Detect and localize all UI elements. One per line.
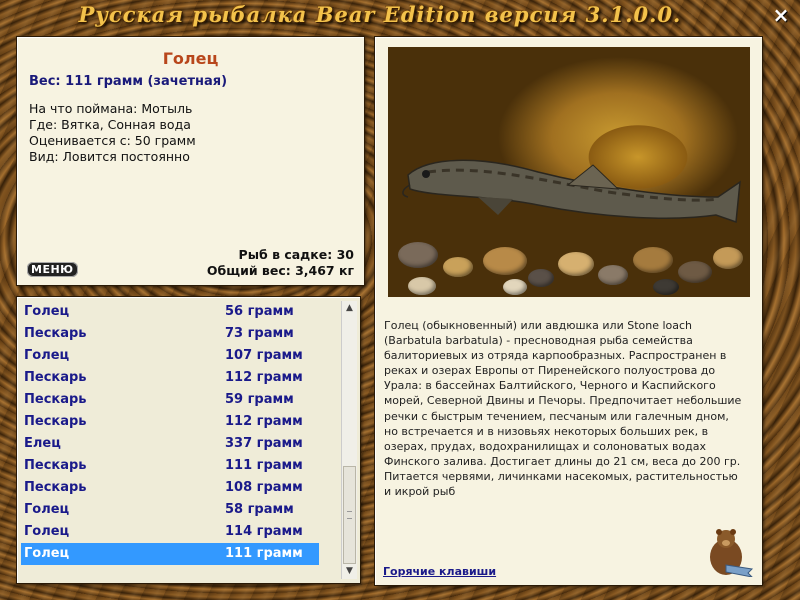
catch-fish-name: Пескарь — [24, 392, 87, 407]
frequency-line: Вид: Ловится постоянно — [29, 149, 190, 164]
catch-fish-name: Пескарь — [24, 480, 87, 495]
fish-weight: Вес: 111 грамм (зачетная) — [29, 74, 228, 89]
keepnet-total-weight: Общий вес: 3,467 кг — [206, 263, 354, 278]
bait-line: На что поймана: Мотыль — [29, 101, 193, 116]
catch-list-row[interactable]: Пескарь 112 грамм — [21, 367, 319, 389]
catch-list-row[interactable]: Голец 114 грамм — [21, 521, 319, 543]
catch-fish-name: Пескарь — [24, 414, 87, 429]
scroll-down-arrow-icon[interactable]: ▼ — [342, 564, 357, 579]
catch-fish-name: Пескарь — [24, 458, 87, 473]
catch-fish-name: Пескарь — [24, 370, 87, 385]
fish-photo — [388, 47, 750, 297]
catch-fish-weight: 337 грамм — [225, 436, 303, 451]
menu-button[interactable]: МЕНЮ — [27, 262, 78, 277]
catch-fish-weight: 112 грамм — [225, 370, 303, 385]
catch-fish-weight: 56 грамм — [225, 304, 294, 319]
catch-fish-weight: 111 грамм — [225, 458, 303, 473]
keepnet-summary: Рыб в садке: 30 Общий вес: 3,467 кг — [207, 247, 354, 279]
catch-fish-name: Елец — [24, 436, 61, 451]
catch-fish-weight: 108 грамм — [225, 480, 303, 495]
scroll-thumb[interactable] — [343, 466, 356, 564]
location-line: Где: Вятка, Сонная вода — [29, 117, 191, 132]
close-button[interactable]: × — [770, 4, 792, 26]
fish-image-icon — [402, 159, 741, 224]
catch-fish-weight: 112 грамм — [225, 414, 303, 429]
catch-list-row[interactable]: Пескарь 108 грамм — [21, 477, 319, 499]
window-title: Русская рыбалка Bear Edition версия 3.1.… — [78, 2, 682, 27]
catch-details: На что поймана: Мотыль Где: Вятка, Сонна… — [29, 101, 352, 165]
catch-list-row[interactable]: Голец 107 грамм — [21, 345, 319, 367]
catch-list-row[interactable]: Пескарь 59 грамм — [21, 389, 319, 411]
catch-fish-weight: 114 грамм — [225, 524, 303, 539]
hotkeys-link[interactable]: Горячие клавиши — [383, 565, 496, 578]
scroll-up-arrow-icon[interactable]: ▲ — [342, 301, 357, 316]
catch-fish-name: Голец — [24, 304, 70, 319]
fish-name: Голец — [162, 49, 219, 68]
catch-fish-weight: 107 грамм — [225, 348, 303, 363]
catch-fish-name: Голец — [24, 502, 70, 517]
catch-fish-weight: 111 грамм — [225, 546, 303, 561]
catch-info-panel: Голец Вес: 111 грамм (зачетная) На что п… — [17, 37, 364, 285]
catch-fish-name: Голец — [24, 546, 70, 561]
catch-fish-name: Голец — [24, 524, 70, 539]
catch-fish-name: Голец — [24, 348, 70, 363]
fish-description-panel: Голец (обыкновенный) или авдюшка или Sto… — [375, 37, 762, 585]
catch-list: Голец 56 грамм Пескарь 73 грамм Голец 107 гра… — [21, 301, 360, 565]
list-scrollbar[interactable]: ▲ ▼ — [341, 301, 357, 579]
catch-fish-name: Пескарь — [24, 326, 87, 341]
bear-with-fish-icon — [710, 529, 754, 577]
catch-list-row[interactable]: Пескарь 73 грамм — [21, 323, 319, 345]
catch-list-row[interactable]: Голец 111 грамм — [21, 543, 319, 565]
catch-list-panel: Голец 56 грамм Пескарь 73 грамм Голец 107 гра… — [17, 297, 360, 583]
catch-list-row[interactable]: Пескарь 112 грамм — [21, 411, 319, 433]
catch-list-row[interactable]: Пескарь 111 грамм — [21, 455, 319, 477]
catch-list-row[interactable]: Елец 337 грамм — [21, 433, 319, 455]
fish-description: Голец (обыкновенный) или авдюшка или Sto… — [384, 319, 742, 499]
catch-list-row[interactable]: Голец 56 грамм — [21, 301, 319, 323]
catch-list-row[interactable]: Голец 58 грамм — [21, 499, 319, 521]
catch-fish-weight: 73 грамм — [225, 326, 294, 341]
keepnet-count: Рыб в садке: 30 — [238, 247, 354, 262]
min-weight-line: Оценивается с: 50 грамм — [29, 133, 196, 148]
catch-fish-weight: 58 грамм — [225, 502, 294, 517]
catch-fish-weight: 59 грамм — [225, 392, 294, 407]
